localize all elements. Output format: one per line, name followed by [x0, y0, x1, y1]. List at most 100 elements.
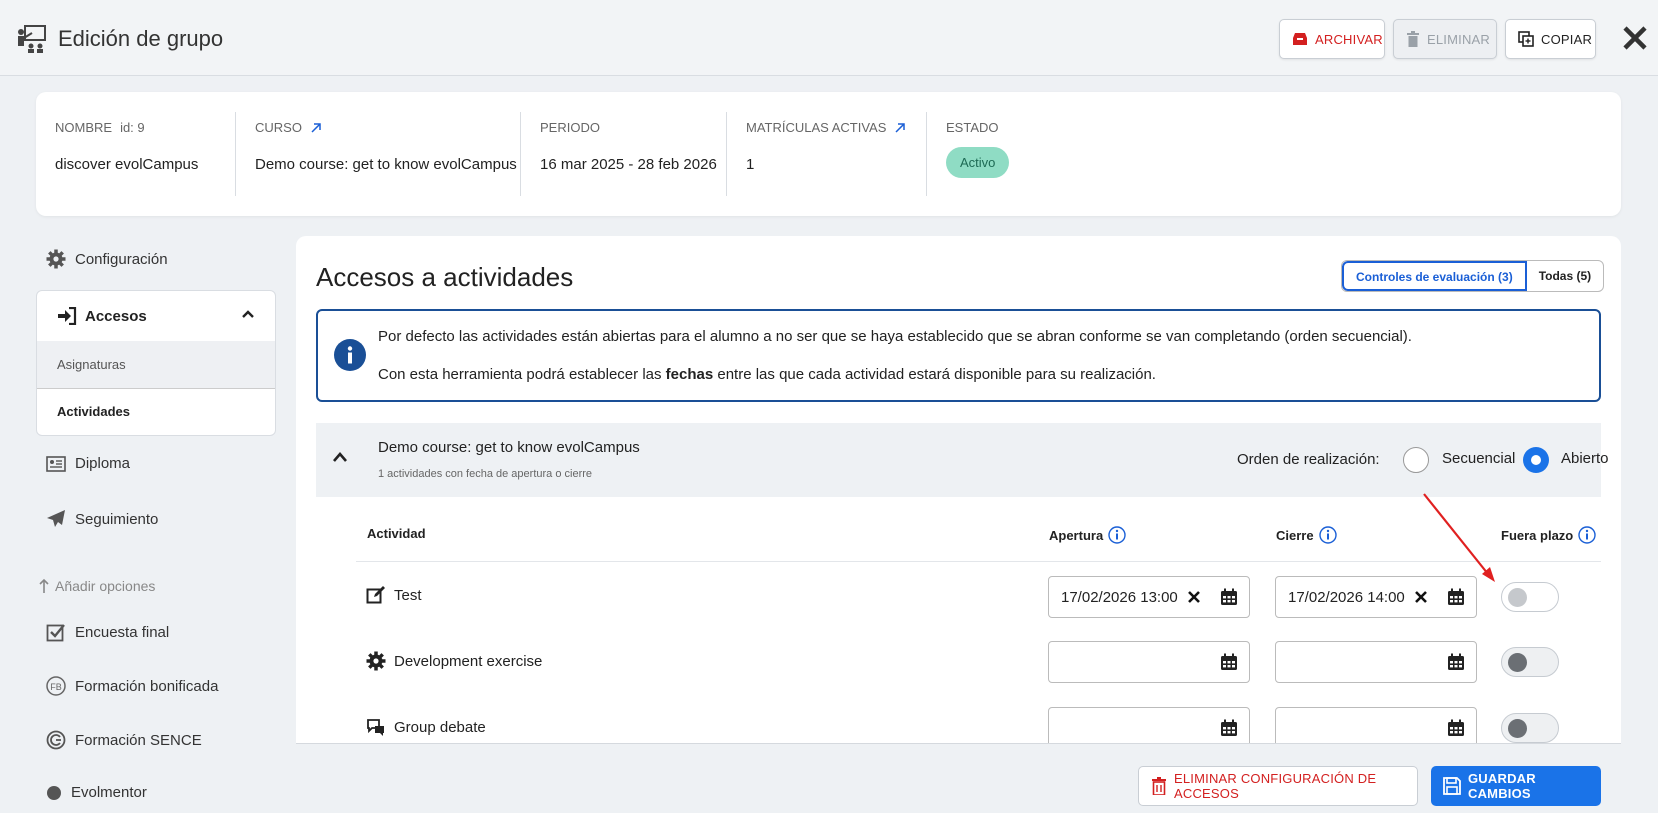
filter-todas-button[interactable]: Todas (5) — [1527, 261, 1603, 291]
add-options-heading: Añadir opciones — [38, 578, 155, 594]
sidebar-subitem-actividades[interactable]: Actividades — [37, 389, 275, 435]
group-info-card: NOMBRE id: 9 discover evolCampus CURSO De… — [36, 92, 1621, 216]
column-header-fuera-plazo: Fuera plazo — [1501, 526, 1596, 544]
notice-line-1: Por defecto las actividades están abiert… — [378, 328, 1412, 345]
activity-test: Test — [366, 585, 422, 605]
trash-icon — [1406, 31, 1427, 47]
nombre-label: NOMBRE — [55, 120, 113, 135]
column-header-apertura: Apertura — [1049, 526, 1126, 544]
external-link-icon[interactable] — [894, 122, 906, 134]
sidebar-item-evolmentor[interactable]: Evolmentor — [46, 784, 147, 801]
sidebar-item-sence[interactable]: Formación SENCE — [46, 730, 202, 750]
teacher-board-icon — [16, 24, 48, 54]
trash-icon — [1151, 777, 1174, 795]
activity-name: Group debate — [394, 718, 486, 736]
fuera-plazo-toggle[interactable] — [1501, 647, 1559, 677]
evolmentor-icon — [46, 785, 71, 801]
estado-label: ESTADO — [946, 120, 999, 135]
course-section-header: Demo course: get to know evolCampus 1 ac… — [316, 423, 1609, 497]
filter-controles-button[interactable]: Controles de evaluación (3) — [1342, 261, 1527, 291]
sidebar-accesos-group: Accesos Asignaturas Actividades — [36, 290, 276, 436]
paper-plane-icon — [46, 509, 75, 529]
fuera-plazo-toggle[interactable] — [1501, 713, 1559, 743]
calendar-icon[interactable] — [1447, 719, 1465, 737]
save-label: GUARDAR CAMBIOS — [1468, 771, 1536, 801]
clear-icon[interactable] — [1414, 590, 1428, 604]
calendar-icon[interactable] — [1220, 719, 1238, 737]
calendar-icon[interactable] — [1220, 588, 1238, 606]
sidebar-item-label: Accesos — [85, 307, 147, 325]
archive-label: ARCHIVAR — [1315, 31, 1383, 47]
sidebar-item-label: Formación SENCE — [75, 731, 202, 749]
close-icon[interactable] — [1619, 22, 1651, 54]
column-header-label: Fuera plazo — [1501, 527, 1574, 543]
apertura-value: 17/02/2026 13:00 — [1061, 589, 1178, 606]
sidebar-item-encuesta[interactable]: Encuesta final — [46, 622, 169, 642]
radio-secuencial-label: Secuencial — [1442, 450, 1516, 467]
diploma-icon — [46, 455, 75, 472]
notice-line-2: Con esta herramienta podrá establecer la… — [378, 366, 1156, 383]
save-button[interactable]: GUARDAR CAMBIOS — [1431, 766, 1601, 806]
sidebar-item-label: Evolmentor — [71, 784, 147, 801]
delete-config-button[interactable]: ELIMINAR CONFIGURACIÓN DE ACCESOS — [1138, 766, 1418, 806]
info-matriculas: MATRÍCULAS ACTIVAS 1 — [746, 112, 906, 196]
course-name: Demo course: get to know evolCampus — [378, 439, 640, 456]
divider — [726, 112, 727, 196]
sign-in-icon — [57, 307, 85, 325]
calendar-icon[interactable] — [1447, 588, 1465, 606]
column-header-cierre: Cierre — [1276, 526, 1337, 544]
archive-button[interactable]: ARCHIVAR — [1279, 19, 1385, 59]
fuera-plazo-toggle[interactable] — [1501, 582, 1559, 612]
info-icon[interactable] — [1318, 526, 1337, 544]
sidebar-item-bonificada[interactable]: FB Formación bonificada — [46, 676, 218, 696]
radio-secuencial[interactable] — [1403, 447, 1429, 473]
sidebar-item-diploma[interactable]: Diploma — [46, 455, 130, 472]
arrow-up-icon — [38, 578, 50, 594]
clear-icon[interactable] — [1187, 590, 1201, 604]
sidebar-subitem-asignaturas[interactable]: Asignaturas — [37, 341, 275, 389]
divider — [356, 561, 1601, 562]
periodo-value: 16 mar 2025 - 28 feb 2026 — [540, 156, 717, 173]
cierre-date-input[interactable] — [1275, 641, 1477, 683]
copy-label: COPIAR — [1541, 31, 1593, 47]
column-header-label: Apertura — [1049, 527, 1104, 543]
calendar-icon[interactable] — [1220, 653, 1238, 671]
info-icon[interactable] — [1108, 526, 1126, 544]
curso-label: CURSO — [255, 120, 302, 135]
calendar-icon[interactable] — [1447, 653, 1465, 671]
annotation-arrow-icon — [1420, 490, 1500, 585]
delete-button[interactable]: ELIMINAR — [1393, 19, 1497, 59]
activity-development-exercise: Development exercise — [366, 651, 542, 671]
checkbox-edit-icon — [46, 622, 75, 642]
footer-bar: ELIMINAR CONFIGURACIÓN DE ACCESOS GUARDA… — [296, 743, 1621, 813]
matriculas-label: MATRÍCULAS ACTIVAS — [746, 120, 887, 135]
column-header-label: Cierre — [1276, 527, 1314, 543]
sidebar-item-label: Encuesta final — [75, 623, 170, 641]
filter-segmented-control: Controles de evaluación (3) Todas (5) — [1341, 260, 1605, 292]
sidebar-item-seguimiento[interactable]: Seguimiento — [46, 509, 158, 529]
gear-icon — [46, 249, 75, 269]
column-header-actividad: Actividad — [367, 526, 426, 541]
notice-text: Con esta herramienta podrá establecer la… — [378, 366, 666, 383]
sidebar-item-label: Configuración — [75, 250, 168, 268]
top-bar: Edición de grupo ARCHIVAR ELIMINAR COPIA… — [0, 0, 1658, 76]
copy-button[interactable]: COPIAR — [1505, 19, 1596, 59]
sidebar-item-configuracion[interactable]: Configuración — [46, 249, 168, 269]
sidebar-item-label: Diploma — [75, 455, 131, 472]
save-icon — [1443, 777, 1468, 795]
archive-icon — [1292, 32, 1315, 46]
group-name: discover evolCampus — [55, 156, 199, 173]
section-title: Accesos a actividades — [316, 262, 574, 292]
radio-abierto[interactable] — [1523, 447, 1549, 473]
add-options-label: Añadir opciones — [55, 578, 156, 594]
sidebar-item-accesos[interactable]: Accesos — [37, 291, 275, 341]
apertura-date-input[interactable] — [1048, 641, 1250, 683]
course-value: Demo course: get to know evolCampus — [255, 156, 517, 173]
periodo-label: PERIODO — [540, 120, 600, 135]
chevron-up-icon[interactable] — [241, 309, 255, 319]
info-icon[interactable] — [1578, 526, 1596, 544]
activity-name: Development exercise — [394, 652, 543, 670]
apertura-date-input[interactable]: 17/02/2026 13:00 — [1048, 576, 1250, 618]
chevron-up-icon[interactable] — [332, 451, 348, 463]
external-link-icon[interactable] — [310, 122, 322, 134]
